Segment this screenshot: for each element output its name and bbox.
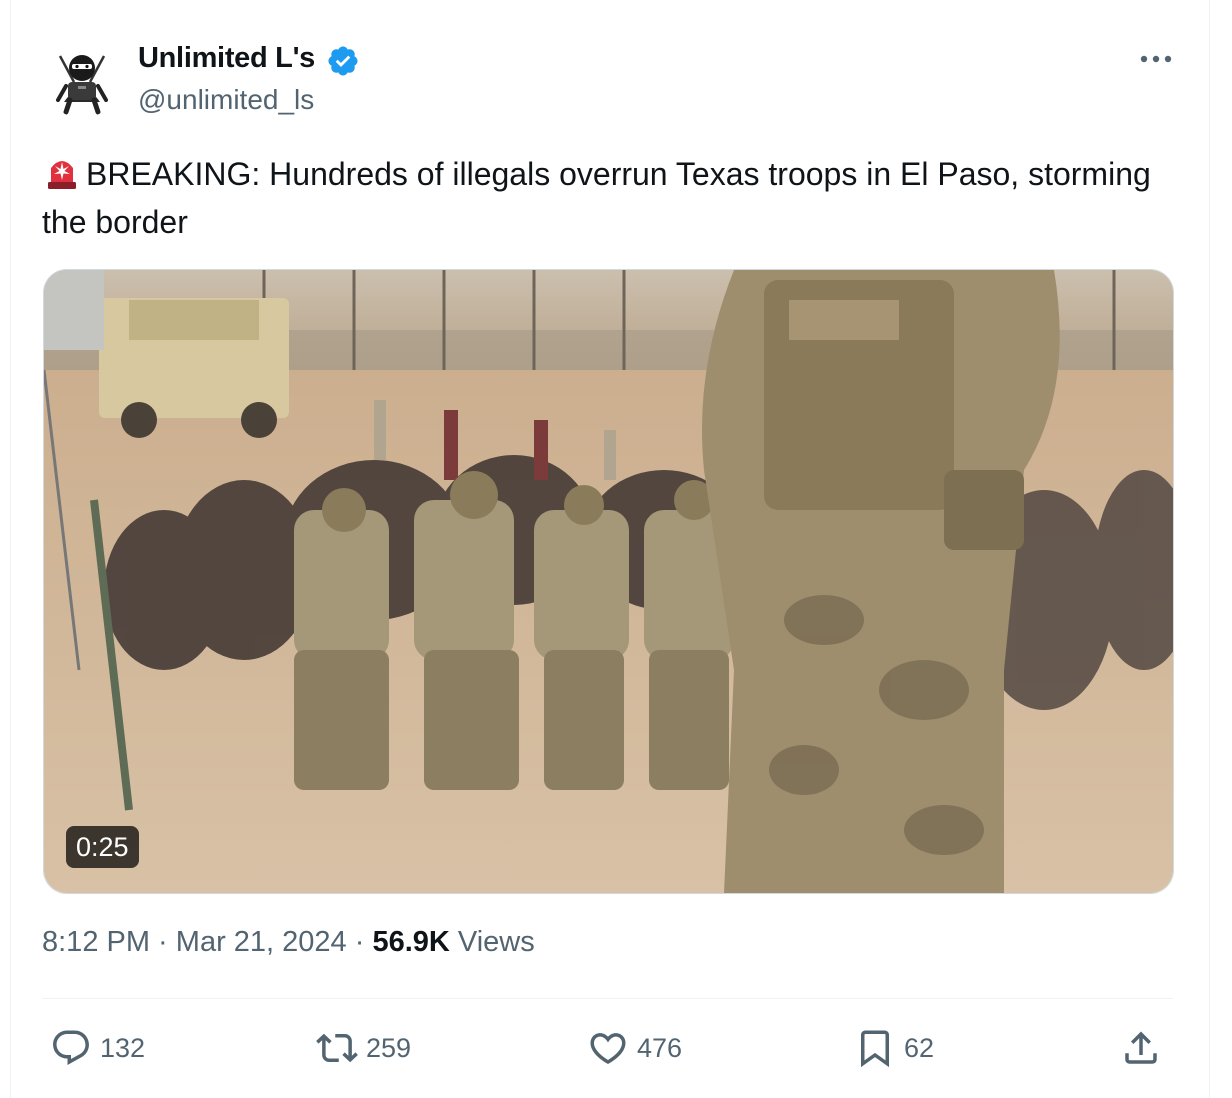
author-avatar[interactable] (44, 42, 120, 118)
reply-button[interactable]: 132 (50, 1024, 145, 1072)
tweet-actions-bar: 132 259 476 62 (42, 1024, 1173, 1072)
bookmark-count: 62 (904, 1032, 935, 1063)
tweet-text: BREAKING: Hundreds of illegals overrun T… (42, 150, 1172, 246)
meta-separator: · (346, 926, 373, 958)
police-siren-emoji-icon (48, 161, 76, 189)
reply-icon (53, 1030, 89, 1065)
author-display-name[interactable]: Unlimited L's (138, 42, 315, 75)
tweet-time[interactable]: 8:12 PM (42, 926, 150, 958)
divider (42, 998, 1173, 999)
like-button[interactable]: 476 (587, 1024, 682, 1072)
video-duration-badge: 0:25 (66, 826, 139, 868)
ninja-avatar-icon (44, 42, 120, 118)
meta-separator: · (150, 926, 176, 958)
repost-count: 259 (366, 1032, 412, 1063)
reply-count: 132 (100, 1032, 146, 1063)
bookmark-icon (861, 1030, 889, 1068)
tweet-date[interactable]: Mar 21, 2024 (176, 926, 347, 958)
like-count: 476 (637, 1032, 683, 1063)
repost-button[interactable]: 259 (316, 1024, 411, 1072)
share-button[interactable] (1120, 1024, 1170, 1072)
tweet-meta: 8:12 PM · Mar 21, 2024 · 56.9K Views (42, 926, 535, 959)
video-player[interactable] (43, 269, 1174, 894)
heart-icon (590, 1033, 626, 1065)
more-options-icon[interactable] (1136, 44, 1176, 74)
video-thumbnail (44, 270, 1173, 893)
share-icon (1125, 1031, 1157, 1064)
bookmark-button[interactable]: 62 (854, 1024, 934, 1072)
views-count[interactable]: 56.9K (372, 926, 449, 958)
author-handle[interactable]: @unlimited_ls (138, 84, 314, 116)
tweet-text-content: BREAKING: Hundreds of illegals overrun T… (42, 156, 1151, 240)
views-label: Views (449, 926, 535, 958)
repost-icon (316, 1033, 358, 1063)
verified-badge-icon (328, 46, 358, 76)
